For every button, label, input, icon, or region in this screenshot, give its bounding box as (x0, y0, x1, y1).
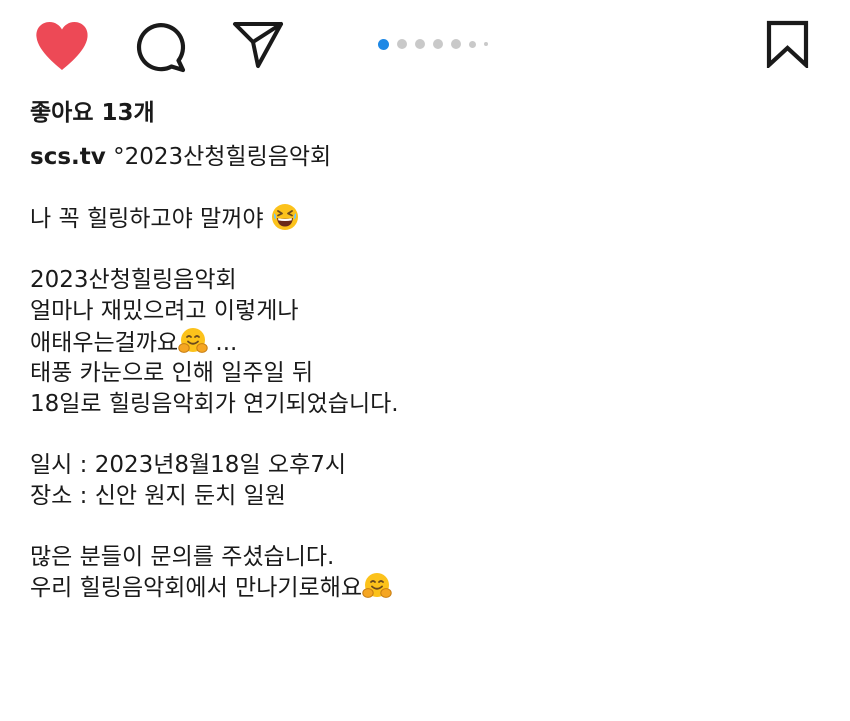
caption-line-6: 얼마나 재밌으려고 이렇게나 (30, 297, 299, 324)
hugging-face-emoji (178, 327, 208, 353)
carousel-dot (484, 42, 488, 46)
caption-line-11: 일시 : 2023년8월18일 오후7시 (30, 451, 347, 478)
caption-line-14: 많은 분들이 문의를 주셨습니다. (30, 543, 335, 570)
carousel-indicator (378, 38, 488, 50)
carousel-dot (451, 39, 461, 49)
paper-plane-icon (233, 22, 283, 68)
carousel-dot-active (378, 38, 389, 50)
caption-line-1: °2023산청힐링음악회 (113, 144, 332, 170)
carousel-dot (433, 39, 443, 49)
caption-line-5: 2023산청힐링음악회 (30, 267, 237, 294)
share-button[interactable] (232, 21, 284, 69)
post-action-bar (0, 0, 850, 95)
caption-line-7-suffix: ... (208, 329, 238, 356)
like-button[interactable] (34, 20, 90, 72)
post-caption: scs.tv °2023산청힐링음악회 나 꼭 힐링하고야 말꺼야 2023산청… (30, 142, 830, 604)
heart-filled-icon (36, 22, 88, 70)
comment-button[interactable] (133, 20, 187, 74)
like-count[interactable]: 좋아요 13개 (30, 97, 155, 129)
comment-bubble-icon (136, 23, 186, 73)
caption-line-15: 우리 힐링음악회에서 만나기로해요 (30, 575, 363, 602)
caption-line-7: 애태우는걸까요 (30, 329, 179, 356)
hugging-face-emoji (362, 573, 392, 599)
caption-line-12: 장소 : 신안 원지 둔치 일원 (30, 482, 286, 509)
carousel-dot (415, 39, 425, 49)
grinning-squinting-face-emoji (271, 204, 298, 231)
save-button[interactable] (765, 20, 810, 68)
caption-line-8: 태풍 카눈으로 인해 일주일 뒤 (30, 360, 314, 387)
caption-line-3: 나 꼭 힐링하고야 말꺼야 (30, 206, 264, 233)
carousel-dot (469, 40, 476, 48)
post-username[interactable]: scs.tv (30, 144, 106, 170)
bookmark-icon (766, 20, 809, 68)
carousel-dot (397, 39, 407, 49)
caption-line-9: 18일로 힐링음악회가 연기되었습니다. (30, 390, 399, 417)
